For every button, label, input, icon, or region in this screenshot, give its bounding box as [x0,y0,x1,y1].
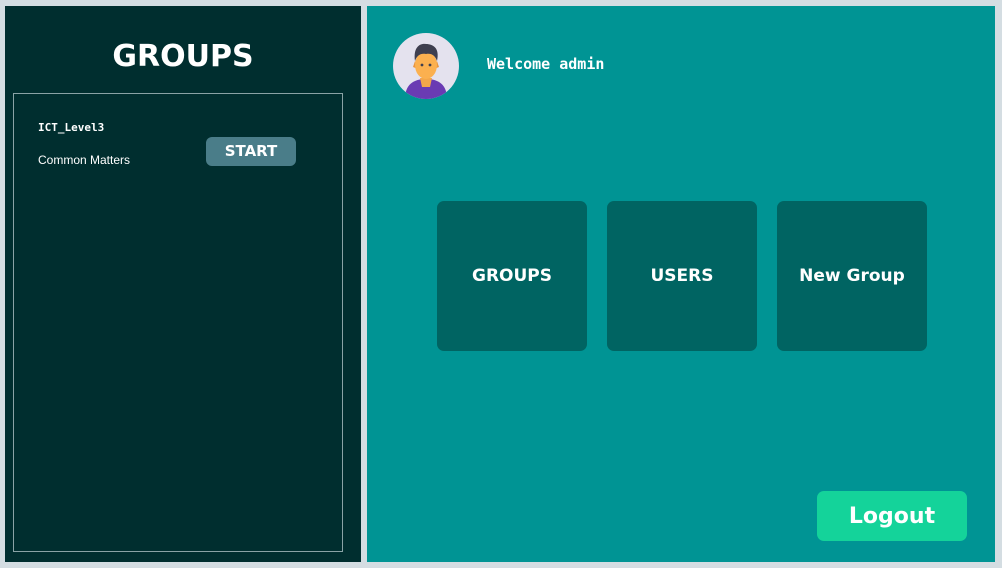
group-list: ICT_Level3 Common Matters START [13,93,343,552]
start-button[interactable]: START [206,137,296,166]
group-description: Common Matters [38,153,131,167]
logout-button[interactable]: Logout [817,491,967,541]
groups-sidebar: GROUPS ICT_Level3 Common Matters START [5,6,361,562]
welcome-message: Welcome admin [487,55,605,73]
groups-tile-button[interactable]: GROUPS [437,201,587,351]
user-avatar-icon [393,33,459,99]
new-group-tile-button[interactable]: New Group [777,201,927,351]
sidebar-title: GROUPS [112,39,254,74]
group-list-item: ICT_Level3 Common Matters START [14,94,342,184]
group-name: ICT_Level3 [38,121,105,134]
users-tile-button[interactable]: USERS [607,201,757,351]
main-panel: Welcome admin GROUPS USERS New Group Log… [367,6,995,562]
